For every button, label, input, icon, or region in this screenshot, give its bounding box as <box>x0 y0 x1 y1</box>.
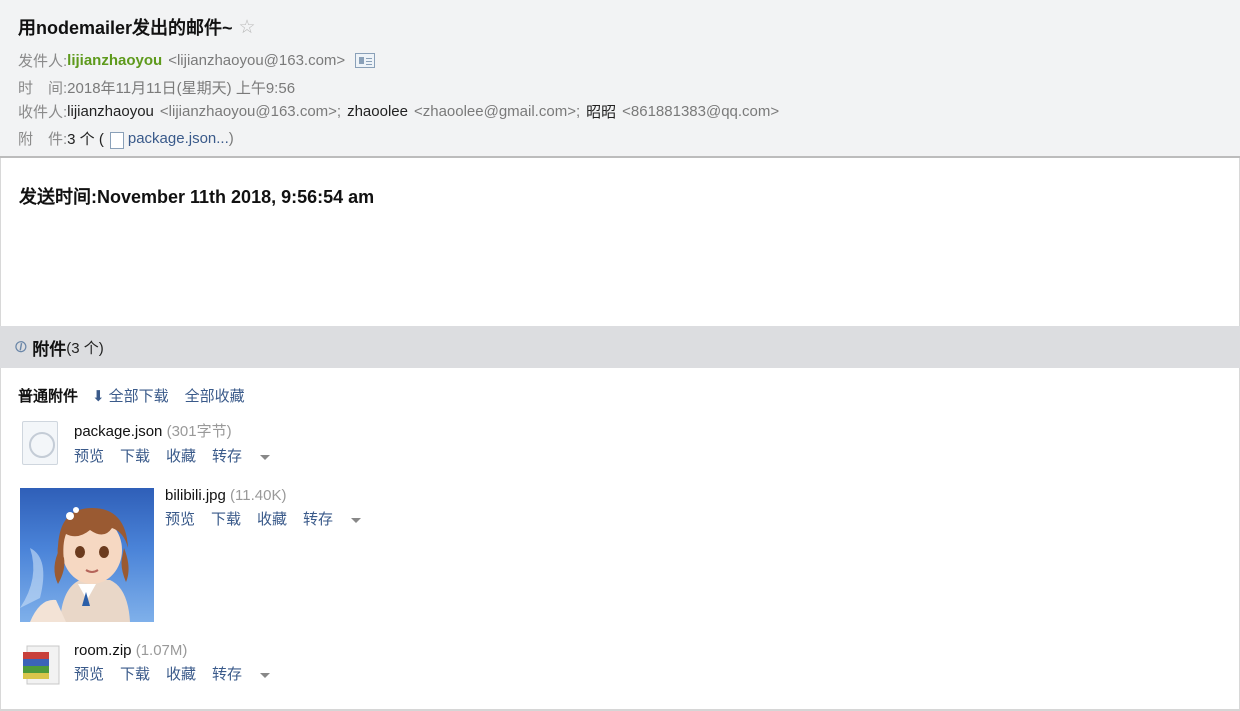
normal-attachments-label: 普通附件 <box>18 388 79 405</box>
recipient-name[interactable]: zhaoolee <box>347 103 408 120</box>
collect-button[interactable]: 收藏 <box>166 663 196 684</box>
star-icon[interactable]: ☆ <box>239 16 256 39</box>
chevron-down-icon <box>351 517 362 523</box>
attachments-count: (3 个) <box>66 339 104 357</box>
email-subject: 用nodemailer发出的邮件~ ☆ <box>18 14 256 40</box>
file-size: (11.40K) <box>230 487 287 504</box>
collect-all-button[interactable]: 全部收藏 <box>185 385 245 406</box>
recipient-name[interactable]: 昭昭 <box>586 101 616 122</box>
attachment-count: 3 个 ( <box>67 131 104 148</box>
attachment-row: 附 件: 3 个 ( package.json... ) <box>18 128 234 149</box>
time-row: 时 间: 2018年11月11日(星期天) 上午9:56 <box>18 77 295 98</box>
to-label: 收件人: <box>18 104 68 121</box>
preview-button[interactable]: 预览 <box>165 508 195 529</box>
recipient-address: <lijianzhaoyou@163.com>; <box>159 103 342 120</box>
recipient-name[interactable]: lijianzhaoyou <box>67 103 154 120</box>
save-to-button[interactable]: 转存 <box>303 508 362 529</box>
preview-button[interactable]: 预览 <box>74 663 104 684</box>
image-thumbnail[interactable] <box>20 488 154 622</box>
attachment-link[interactable]: package.json... <box>128 130 229 147</box>
download-all-button[interactable]: 全部下载 <box>109 385 169 406</box>
to-row: 收件人: lijianzhaoyou <lijianzhaoyou@163.co… <box>18 101 779 122</box>
download-button[interactable]: 下载 <box>211 508 241 529</box>
attachments-bar: ⊘ 附件 (3 个) <box>0 326 1240 368</box>
save-to-button[interactable]: 转存 <box>212 445 271 466</box>
file-size: (1.07M) <box>135 642 188 659</box>
from-label: 发件人: <box>18 53 68 70</box>
download-arrow-icon: ⬇ <box>92 387 105 405</box>
attachment-item: bilibili.jpg (11.40K) 预览 下载 收藏 转存 <box>165 487 377 529</box>
email-header: 用nodemailer发出的邮件~ ☆ 发件人: lijianzhaoyou <… <box>0 0 1240 158</box>
file-name[interactable]: room.zip <box>74 642 132 659</box>
from-address: <lijianzhaoyou@163.com> <box>168 52 346 69</box>
attachment-label: 附 件: <box>18 131 68 148</box>
file-name[interactable]: bilibili.jpg <box>165 487 226 504</box>
chevron-down-icon <box>260 454 271 460</box>
recipient-address: <zhaoolee@gmail.com>; <box>413 103 581 120</box>
archive-icon <box>23 644 61 686</box>
paperclip-icon: ⊘ <box>9 334 33 359</box>
file-icon <box>109 132 124 149</box>
from-row: 发件人: lijianzhaoyou <lijianzhaoyou@163.co… <box>18 50 376 71</box>
attachment-item: room.zip (1.07M) 预览 下载 收藏 转存 <box>74 642 286 684</box>
from-name[interactable]: lijianzhaoyou <box>67 52 162 69</box>
time-value: 2018年11月11日(星期天) 上午9:56 <box>67 80 296 97</box>
preview-button[interactable]: 预览 <box>74 445 104 466</box>
json-file-icon <box>22 421 58 465</box>
file-size: (301字节) <box>166 423 232 440</box>
download-button[interactable]: 下载 <box>120 663 150 684</box>
collect-button[interactable]: 收藏 <box>257 508 287 529</box>
file-name[interactable]: package.json <box>74 423 162 440</box>
recipient-address: <861881383@qq.com> <box>622 103 780 120</box>
save-to-button[interactable]: 转存 <box>212 663 271 684</box>
collect-button[interactable]: 收藏 <box>166 445 196 466</box>
contact-card-icon[interactable] <box>355 53 376 68</box>
attachment-item: package.json (301字节) 预览 下载 收藏 转存 <box>74 420 286 466</box>
time-label: 时 间: <box>18 80 68 97</box>
attachment-close: ) <box>228 130 234 147</box>
subject-text: 用nodemailer发出的邮件~ <box>18 18 233 38</box>
chevron-down-icon <box>260 672 271 678</box>
attachments-title: 附件 <box>32 339 67 359</box>
download-button[interactable]: 下载 <box>120 445 150 466</box>
normal-attachments-row: 普通附件 ⬇ 全部下载 全部收藏 <box>18 385 261 406</box>
send-time-text: 发送时间:November 11th 2018, 9:56:54 am <box>19 187 375 207</box>
